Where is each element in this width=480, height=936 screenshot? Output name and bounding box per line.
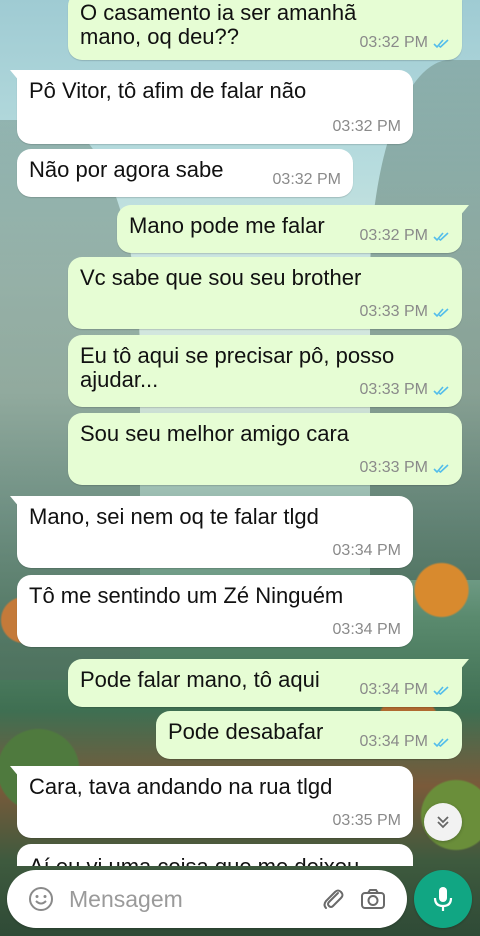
message-meta: 03:32 PM	[360, 31, 450, 55]
message-input[interactable]	[69, 885, 313, 913]
message-outgoing[interactable]: Pode falar mano, tô aqui 03:34 PM	[68, 659, 469, 707]
message-outgoing[interactable]: Vc sabe que sou seu brother 03:33 PM	[68, 257, 462, 329]
message-meta: 03:33 PM	[360, 300, 450, 324]
message-composer	[7, 870, 407, 928]
message-text: Pô Vitor, tô afim de falar não	[29, 78, 307, 103]
message-meta: 03:34 PM	[333, 539, 401, 563]
message-time: 03:32 PM	[272, 171, 341, 188]
double-check-icon	[433, 737, 449, 747]
double-check-icon	[433, 463, 449, 473]
message-time: 03:33 PM	[359, 303, 428, 320]
paperclip-icon	[323, 889, 344, 909]
attach-button[interactable]	[313, 879, 353, 919]
message-text: Aí eu vi uma coisa que me deixou	[29, 854, 359, 866]
message-incoming[interactable]: Cara, tava andando na rua tlgd 03:35 PM	[10, 766, 413, 838]
microphone-icon	[433, 887, 453, 911]
microphone-button[interactable]	[414, 870, 472, 928]
message-outgoing[interactable]: Pode desabafar 03:34 PM	[156, 711, 462, 759]
message-time: 03:34 PM	[332, 621, 401, 638]
message-outgoing[interactable]: O casamento ia ser amanhã mano, oq deu??…	[68, 0, 469, 60]
message-incoming-partial[interactable]: Aí eu vi uma coisa que me deixou	[17, 844, 413, 866]
double-check-icon	[433, 231, 449, 241]
message-incoming[interactable]: Não por agora sabe 03:32 PM	[17, 149, 353, 197]
message-meta: 03:32 PM	[360, 224, 450, 248]
emoji-button[interactable]	[21, 879, 61, 919]
message-text: Sou seu melhor amigo cara	[80, 421, 350, 446]
message-meta: 03:35 PM	[333, 809, 401, 833]
double-check-icon	[433, 385, 449, 395]
scroll-to-bottom-button[interactable]	[424, 803, 462, 841]
emoji-icon	[29, 887, 53, 911]
message-text: O casamento ia ser amanhã mano, oq deu??	[80, 0, 357, 49]
message-meta: 03:32 PM	[273, 168, 341, 192]
message-text: Vc sabe que sou seu brother	[80, 265, 362, 290]
message-incoming[interactable]: Pô Vitor, tô afim de falar não 03:32 PM	[10, 70, 413, 144]
message-time: 03:33 PM	[359, 459, 428, 476]
message-text: Mano, sei nem oq te falar tlgd	[29, 504, 319, 529]
message-meta: 03:34 PM	[360, 730, 450, 754]
message-time: 03:35 PM	[332, 812, 401, 829]
message-time: 03:32 PM	[359, 34, 428, 51]
message-meta: 03:33 PM	[360, 456, 450, 480]
message-meta: 03:34 PM	[333, 618, 401, 642]
message-text: Tô me sentindo um Zé Ninguém	[29, 583, 344, 608]
double-chevron-down-icon	[437, 816, 449, 829]
camera-button[interactable]	[353, 879, 393, 919]
message-time: 03:32 PM	[359, 227, 428, 244]
message-outgoing[interactable]: Eu tô aqui se precisar pô, posso ajudar.…	[68, 335, 462, 407]
message-text: Eu tô aqui se precisar pô, posso ajudar.…	[80, 343, 395, 392]
message-text: Cara, tava andando na rua tlgd	[29, 774, 333, 799]
message-outgoing[interactable]: Sou seu melhor amigo cara 03:33 PM	[68, 413, 462, 485]
double-check-icon	[433, 38, 449, 48]
message-incoming[interactable]: Tô me sentindo um Zé Ninguém 03:34 PM	[17, 575, 413, 647]
message-meta: 03:33 PM	[360, 378, 450, 402]
message-time: 03:33 PM	[359, 381, 428, 398]
message-time: 03:34 PM	[359, 681, 428, 698]
camera-icon	[361, 889, 385, 909]
message-outgoing[interactable]: Mano pode me falar 03:32 PM	[117, 205, 469, 253]
message-incoming[interactable]: Mano, sei nem oq te falar tlgd 03:34 PM	[10, 496, 413, 568]
message-time: 03:34 PM	[359, 733, 428, 750]
message-meta: 03:34 PM	[360, 678, 450, 702]
message-time: 03:34 PM	[332, 542, 401, 559]
double-check-icon	[433, 307, 449, 317]
double-check-icon	[433, 685, 449, 695]
message-meta: 03:32 PM	[333, 115, 401, 139]
message-time: 03:32 PM	[332, 118, 401, 135]
chat-area[interactable]: O casamento ia ser amanhã mano, oq deu??…	[0, 0, 480, 866]
